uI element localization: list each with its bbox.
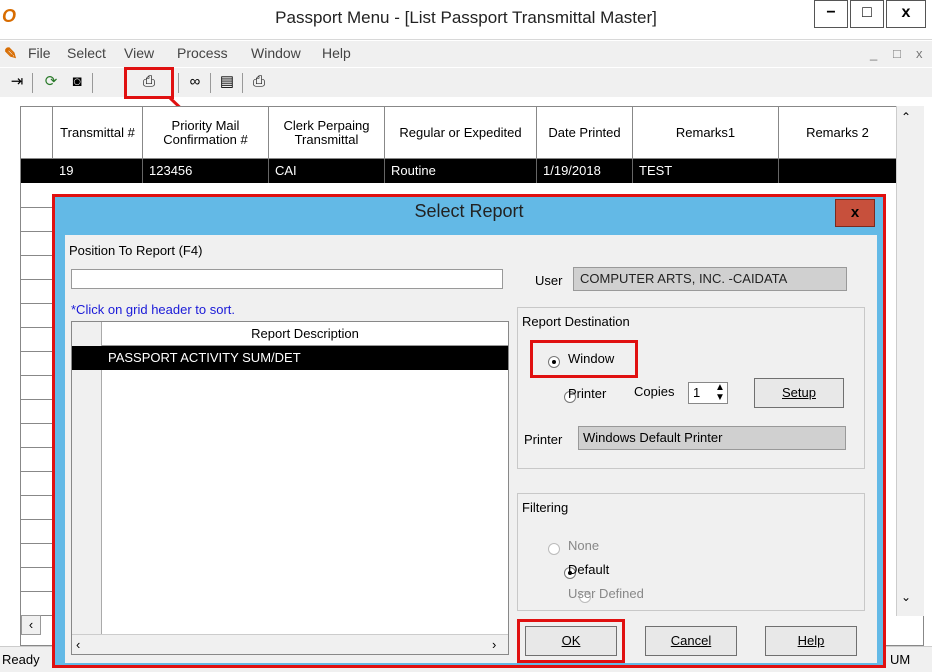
report-description-header[interactable]: Report Description — [102, 322, 508, 346]
dialog-close-button[interactable]: x — [835, 199, 875, 227]
cell-regular-expedited: Routine — [385, 159, 537, 183]
report-row-selector — [72, 346, 102, 370]
row-separator — [21, 543, 53, 544]
setup-button[interactable]: Setup — [754, 378, 844, 408]
printer-radio-label[interactable]: Printer — [568, 386, 606, 401]
cell-transmittal: 19 — [53, 159, 143, 183]
cell-priority-mail: 123456 — [143, 159, 269, 183]
report-destination-label: Report Destination — [522, 314, 630, 329]
report-list[interactable]: Report Description PASSPORT ACTIVITY SUM… — [71, 321, 509, 655]
dialog-body: Position To Report (F4) *Click on grid h… — [65, 235, 877, 663]
row-separator — [21, 207, 53, 208]
window-radio-label[interactable]: Window — [568, 351, 614, 366]
printer-field-label: Printer — [524, 432, 563, 447]
row-separator — [21, 495, 53, 496]
ok-button[interactable]: OK — [525, 626, 617, 656]
status-indicator: UM — [890, 652, 911, 667]
user-field: COMPUTER ARTS, INC. -CAIDATA — [573, 267, 847, 291]
row-separator — [21, 351, 53, 352]
grid-vertical-scrollbar[interactable]: ⌃ ⌄ — [896, 106, 924, 616]
table-row[interactable]: 19 123456 CAI Routine 1/19/2018 TEST — [21, 159, 897, 183]
row-separator — [21, 255, 53, 256]
row-separator — [21, 399, 53, 400]
report-list-hscrollbar[interactable]: ‹ › — [72, 634, 508, 654]
col-header-priority-mail[interactable]: Priority Mail Confirmation # — [143, 107, 269, 159]
cell-date-printed: 1/19/2018 — [537, 159, 633, 183]
report-row-header — [72, 322, 102, 654]
filter-none-radio[interactable] — [548, 542, 560, 555]
scroll-right-icon[interactable]: › — [492, 637, 496, 652]
row-separator — [21, 327, 53, 328]
row-separator — [21, 303, 53, 304]
row-separator — [21, 231, 53, 232]
row-separator — [21, 591, 53, 592]
col-header-clerk[interactable]: Clerk Perpaing Transmittal — [269, 107, 385, 159]
col-header-date-printed[interactable]: Date Printed — [537, 107, 633, 159]
report-item[interactable]: PASSPORT ACTIVITY SUM/DET — [102, 346, 508, 370]
row-header-corner — [21, 107, 53, 159]
row-header-lines — [21, 183, 53, 616]
window-radio[interactable] — [548, 355, 560, 368]
filtering-label: Filtering — [522, 500, 569, 515]
row-separator — [21, 279, 53, 280]
col-header-remarks1[interactable]: Remarks1 — [633, 107, 779, 159]
row-separator — [21, 567, 53, 568]
row-separator — [21, 471, 53, 472]
cancel-button[interactable]: Cancel — [645, 626, 737, 656]
row-separator — [21, 519, 53, 520]
cell-clerk: CAI — [269, 159, 385, 183]
row-separator — [21, 447, 53, 448]
user-label: User — [535, 273, 563, 288]
row-separator — [21, 423, 53, 424]
scroll-up-icon[interactable]: ⌃ — [901, 110, 911, 124]
filter-default-label[interactable]: Default — [568, 562, 609, 577]
help-button[interactable]: Help — [765, 626, 857, 656]
cell-remarks1: TEST — [633, 159, 779, 183]
filtering-group: Filtering None Default User Defined — [517, 493, 865, 611]
col-header-transmittal[interactable]: Transmittal # — [53, 107, 143, 159]
copies-stepper[interactable]: 1 ▲ ▼ — [688, 382, 728, 404]
dialog-title: Select Report — [414, 201, 524, 221]
col-header-regular-expedited[interactable]: Regular or Expedited — [385, 107, 537, 159]
position-input[interactable] — [71, 269, 503, 289]
report-destination-group: Report Destination Window Printer Copies… — [517, 307, 865, 469]
copies-value: 1 — [693, 385, 701, 400]
grid-scroll-left-button[interactable]: ‹ — [21, 615, 41, 635]
copies-label: Copies — [634, 384, 675, 399]
printer-field: Windows Default Printer — [578, 426, 846, 450]
row-separator — [21, 375, 53, 376]
status-text: Ready — [2, 652, 40, 667]
cell-remarks2 — [779, 159, 897, 183]
filter-user-defined-label[interactable]: User Defined — [568, 586, 644, 601]
position-label: Position To Report (F4) — [69, 243, 203, 258]
scroll-down-icon[interactable]: ⌄ — [901, 590, 911, 604]
col-header-remarks2[interactable]: Remarks 2 — [779, 107, 897, 159]
sort-hint: *Click on grid header to sort. — [71, 302, 236, 317]
select-report-dialog: Select Report x Position To Report (F4) … — [52, 194, 886, 668]
filter-none-label[interactable]: None — [568, 538, 599, 553]
stepper-arrows-icon[interactable]: ▲ ▼ — [715, 383, 725, 403]
scroll-left-icon[interactable]: ‹ — [76, 637, 80, 652]
